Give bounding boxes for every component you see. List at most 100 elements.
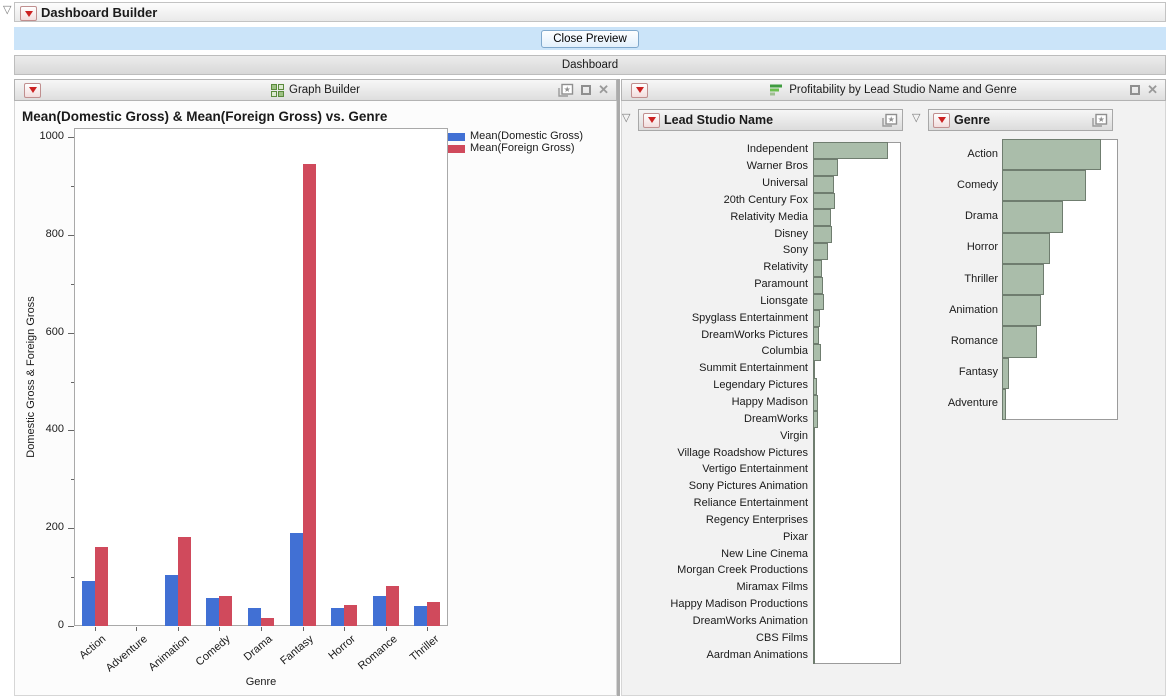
bar-romance-domestic[interactable] <box>373 596 386 626</box>
category-label: Legendary Pictures <box>555 379 808 392</box>
y-axis-tick-label: 1000 <box>20 130 64 143</box>
bar-aardman-animations[interactable] <box>813 647 815 664</box>
chart-plot-area[interactable] <box>74 128 448 626</box>
category-label: Warner Bros <box>555 160 808 173</box>
bar-dreamworks[interactable] <box>813 411 818 428</box>
y-axis-tick <box>68 235 74 236</box>
y-axis-tick <box>71 284 74 285</box>
y-axis-tick <box>71 382 74 383</box>
svg-text:★: ★ <box>564 85 571 94</box>
bar-romance-foreign[interactable] <box>386 586 399 626</box>
y-axis-tick <box>71 577 74 578</box>
category-label: Disney <box>555 228 808 241</box>
bar-horror-domestic[interactable] <box>331 608 344 626</box>
y-axis-tick <box>71 186 74 187</box>
bar-action-domestic[interactable] <box>82 581 95 626</box>
category-label: Vertigo Entertainment <box>555 463 808 476</box>
bar-horror[interactable] <box>1002 233 1050 264</box>
bar-romance[interactable] <box>1002 326 1037 357</box>
bar-comedy-foreign[interactable] <box>219 596 232 626</box>
red-triangle-menu-icon[interactable] <box>643 113 660 128</box>
lead-studio-disclosure-icon[interactable]: ▽ <box>622 113 630 124</box>
red-triangle-menu-icon[interactable] <box>20 6 37 21</box>
graph-builder-header[interactable]: Graph Builder ★ ✕ <box>14 79 617 101</box>
genre-disclosure-icon[interactable]: ▽ <box>912 113 920 124</box>
bar-virgin[interactable] <box>813 428 815 445</box>
category-label: 20th Century Fox <box>555 194 808 207</box>
red-triangle-menu-icon[interactable] <box>933 113 950 128</box>
bar-thriller-domestic[interactable] <box>414 606 427 626</box>
bar-thriller[interactable] <box>1002 264 1044 295</box>
window-star-icon[interactable]: ★ <box>1091 113 1108 128</box>
bar-action[interactable] <box>1002 139 1101 170</box>
profitability-header[interactable]: Profitability by Lead Studio Name and Ge… <box>621 79 1166 101</box>
x-axis-tick <box>95 627 96 631</box>
lead-studio-header[interactable]: Lead Studio Name ★ <box>638 109 903 131</box>
category-label: Romance <box>750 335 998 348</box>
bar-reliance-entertainment[interactable] <box>813 496 815 513</box>
close-icon[interactable]: ✕ <box>598 84 609 96</box>
bar-pixar[interactable] <box>813 529 815 546</box>
category-label: DreamWorks Animation <box>555 615 808 628</box>
category-label: Drama <box>750 210 998 223</box>
dashboard-tab-bar[interactable]: Dashboard <box>14 55 1166 75</box>
bar-comedy[interactable] <box>1002 170 1086 201</box>
bar-horror-foreign[interactable] <box>344 605 357 626</box>
window-star-icon[interactable]: ★ <box>557 83 574 98</box>
close-preview-button[interactable]: Close Preview <box>541 30 639 48</box>
graph-builder-icon <box>271 84 284 97</box>
y-axis-tick-label: 200 <box>20 521 64 534</box>
category-label: Pixar <box>555 531 808 544</box>
x-axis-title: Genre <box>74 676 448 689</box>
bar-drama-domestic[interactable] <box>248 608 261 626</box>
bar-legendary-pictures[interactable] <box>813 378 817 395</box>
bar-dreamworks-animation[interactable] <box>813 613 815 630</box>
bar-morgan-creek-productions[interactable] <box>813 563 815 580</box>
genre-title: Genre <box>954 113 1087 127</box>
bar-regency-enterprises[interactable] <box>813 512 815 529</box>
category-label: Horror <box>750 241 998 254</box>
maximize-icon[interactable] <box>581 85 591 95</box>
genre-header[interactable]: Genre ★ <box>928 109 1113 131</box>
bar-adventure[interactable] <box>1002 389 1006 420</box>
bar-miramax-films[interactable] <box>813 580 815 597</box>
bar-drama-foreign[interactable] <box>261 618 274 626</box>
dashboard-builder-window: ▽ Dashboard Builder Close Preview Dashbo… <box>0 0 1167 696</box>
bar-action-foreign[interactable] <box>95 547 108 626</box>
category-label: Regency Enterprises <box>555 514 808 527</box>
bar-vertigo-entertainment[interactable] <box>813 462 815 479</box>
bar-animation[interactable] <box>1002 295 1041 326</box>
outline-title-bar[interactable]: Dashboard Builder <box>14 2 1166 22</box>
red-triangle-menu-icon[interactable] <box>631 83 648 98</box>
bar-fantasy[interactable] <box>1002 358 1009 389</box>
bar-cbs-films[interactable] <box>813 630 815 647</box>
category-label: Virgin <box>555 430 808 443</box>
bar-animation-domestic[interactable] <box>165 575 178 626</box>
preview-toolbar: Close Preview <box>14 27 1166 50</box>
bar-new-line-cinema[interactable] <box>813 546 815 563</box>
red-triangle-menu-icon[interactable] <box>24 83 41 98</box>
bar-animation-foreign[interactable] <box>178 537 191 626</box>
category-label: New Line Cinema <box>555 548 808 561</box>
bar-drama[interactable] <box>1002 201 1063 232</box>
category-label: Thriller <box>750 273 998 286</box>
bar-fantasy-domestic[interactable] <box>290 533 303 626</box>
bar-warner-bros[interactable] <box>813 159 838 176</box>
window-star-icon[interactable]: ★ <box>881 113 898 128</box>
y-axis-tick <box>68 333 74 334</box>
y-axis-tick <box>68 626 74 627</box>
lead-studio-title: Lead Studio Name <box>664 113 877 127</box>
category-label: DreamWorks <box>555 413 808 426</box>
outline-disclosure-icon[interactable]: ▽ <box>3 5 11 16</box>
bar-20th-century-fox[interactable] <box>813 193 835 210</box>
close-icon[interactable]: ✕ <box>1147 84 1158 96</box>
bar-happy-madison-productions[interactable] <box>813 597 815 614</box>
bar-fantasy-foreign[interactable] <box>303 164 316 626</box>
bar-thriller-foreign[interactable] <box>427 602 440 626</box>
bar-comedy-domestic[interactable] <box>206 598 219 626</box>
maximize-icon[interactable] <box>1130 85 1140 95</box>
bar-sony-pictures-animation[interactable] <box>813 479 815 496</box>
bar-village-roadshow-pictures[interactable] <box>813 445 815 462</box>
category-label: Aardman Animations <box>555 649 808 662</box>
category-label: Miramax Films <box>555 581 808 594</box>
